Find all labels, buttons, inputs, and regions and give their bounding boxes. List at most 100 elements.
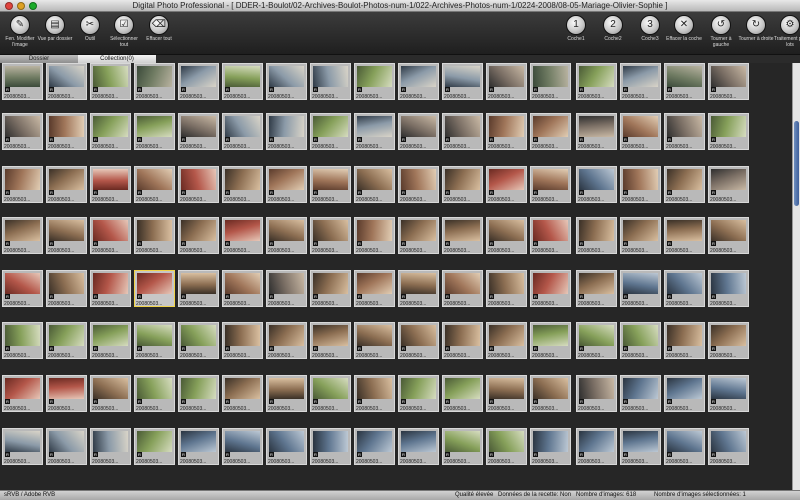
photo-thumbnail[interactable]: R 20080503... [266, 217, 307, 254]
photo-thumbnail[interactable]: R 20080503... [354, 113, 395, 150]
photo-thumbnail[interactable]: R 20080503... [354, 428, 395, 465]
photo-thumbnail[interactable]: R 20080503... [354, 270, 395, 307]
check2-button[interactable]: 2 Coche2 [595, 15, 631, 53]
photo-thumbnail[interactable]: R 20080503... [576, 270, 617, 307]
photo-thumbnail[interactable]: R 20080503... [222, 322, 263, 359]
photo-thumbnail[interactable]: R 20080503... [486, 217, 527, 254]
photo-thumbnail[interactable]: R 20080503... [530, 113, 571, 150]
zoom-window-button[interactable] [29, 1, 37, 10]
tab-dossier[interactable]: Dossier [0, 55, 78, 63]
photo-thumbnail[interactable]: R 20080503... [178, 113, 219, 150]
photo-thumbnail[interactable]: R 20080503... [664, 322, 705, 359]
photo-thumbnail[interactable]: R 20080503... [486, 113, 527, 150]
batch-process-button[interactable]: ⚙Traitement par lots [772, 15, 800, 53]
photo-thumbnail[interactable]: R 20080503... [620, 217, 661, 254]
photo-thumbnail[interactable]: R 20080503... [178, 217, 219, 254]
close-window-button[interactable] [5, 1, 13, 10]
photo-thumbnail[interactable]: R 20080503... [310, 322, 351, 359]
photo-thumbnail[interactable]: R 20080503... [310, 166, 351, 203]
photo-thumbnail[interactable]: R 20080503... [266, 113, 307, 150]
photo-thumbnail[interactable]: R 20080503... [530, 322, 571, 359]
photo-thumbnail[interactable]: R 20080503... [90, 322, 131, 359]
photo-thumbnail[interactable]: R 20080503... [530, 270, 571, 307]
photo-thumbnail[interactable]: R 20080503... [354, 322, 395, 359]
photo-thumbnail[interactable]: R 20080503... [178, 63, 219, 100]
photo-thumbnail[interactable]: R 20080503... [90, 63, 131, 100]
photo-thumbnail[interactable]: R 20080503... [2, 428, 43, 465]
folder-view-button[interactable]: ▤ Vue par dossier [37, 15, 73, 53]
photo-thumbnail[interactable]: R 20080503... [310, 428, 351, 465]
photo-thumbnail[interactable]: R 20080503... [2, 270, 43, 307]
photo-thumbnail[interactable]: R 20080503... [310, 63, 351, 100]
photo-thumbnail[interactable]: R 20080503... [266, 270, 307, 307]
photo-thumbnail[interactable]: R 20080503... [664, 63, 705, 100]
photo-thumbnail[interactable]: R 20080503... [620, 322, 661, 359]
photo-thumbnail[interactable]: R 20080503... [2, 166, 43, 203]
clear-all-button[interactable]: ⌫ Effacer tout [141, 15, 177, 53]
photo-thumbnail[interactable]: R 20080503... [576, 375, 617, 412]
photo-thumbnail[interactable]: R 20080503... [530, 428, 571, 465]
photo-thumbnail[interactable]: R 20080503... [2, 375, 43, 412]
photo-thumbnail[interactable]: R 20080503... [708, 428, 749, 465]
photo-thumbnail[interactable]: R 20080503... [310, 217, 351, 254]
photo-thumbnail[interactable]: R 20080503... [222, 113, 263, 150]
photo-thumbnail[interactable]: R 20080503... [134, 63, 175, 100]
photo-thumbnail[interactable]: R 20080503... [310, 113, 351, 150]
photo-thumbnail[interactable]: R 20080503... [134, 270, 175, 307]
photo-thumbnail[interactable]: R 20080503... [708, 113, 749, 150]
photo-thumbnail[interactable]: R 20080503... [486, 428, 527, 465]
photo-thumbnail[interactable]: R 20080503... [708, 217, 749, 254]
photo-thumbnail[interactable]: R 20080503... [222, 63, 263, 100]
photo-thumbnail[interactable]: R 20080503... [2, 113, 43, 150]
rotate-right-button[interactable]: ↻ Tourner à droite [738, 15, 774, 53]
photo-thumbnail[interactable]: R 20080503... [620, 270, 661, 307]
photo-thumbnail[interactable]: R 20080503... [354, 166, 395, 203]
photo-thumbnail[interactable]: R 20080503... [486, 322, 527, 359]
photo-thumbnail[interactable]: R 20080503... [442, 63, 483, 100]
photo-thumbnail[interactable]: R 20080503... [46, 63, 87, 100]
photo-thumbnail[interactable]: R 20080503... [134, 113, 175, 150]
check3-button[interactable]: 3 Coche3 [632, 15, 668, 53]
photo-thumbnail[interactable]: R 20080503... [354, 375, 395, 412]
photo-thumbnail[interactable]: R 20080503... [708, 375, 749, 412]
photo-thumbnail[interactable]: R 20080503... [134, 375, 175, 412]
photo-thumbnail[interactable]: R 20080503... [90, 375, 131, 412]
photo-thumbnail[interactable]: R 20080503... [134, 217, 175, 254]
photo-thumbnail[interactable]: R 20080503... [222, 166, 263, 203]
photo-thumbnail[interactable]: R 20080503... [442, 322, 483, 359]
minimize-window-button[interactable] [17, 1, 25, 10]
photo-thumbnail[interactable]: R 20080503... [664, 375, 705, 412]
photo-thumbnail[interactable]: R 20080503... [620, 63, 661, 100]
photo-thumbnail[interactable]: R 20080503... [178, 166, 219, 203]
photo-thumbnail[interactable]: R 20080503... [398, 113, 439, 150]
photo-thumbnail[interactable]: R 20080503... [90, 217, 131, 254]
photo-thumbnail[interactable]: R 20080503... [398, 63, 439, 100]
photo-thumbnail[interactable]: R 20080503... [664, 166, 705, 203]
photo-thumbnail[interactable]: R 20080503... [90, 270, 131, 307]
photo-thumbnail[interactable]: R 20080503... [46, 113, 87, 150]
photo-thumbnail[interactable]: R 20080503... [486, 375, 527, 412]
photo-thumbnail[interactable]: R 20080503... [266, 322, 307, 359]
photo-thumbnail[interactable]: R 20080503... [486, 166, 527, 203]
photo-thumbnail[interactable]: R 20080503... [708, 63, 749, 100]
photo-thumbnail[interactable]: R 20080503... [178, 375, 219, 412]
photo-thumbnail[interactable]: R 20080503... [222, 375, 263, 412]
vertical-scrollbar[interactable] [792, 63, 800, 490]
photo-thumbnail[interactable]: R 20080503... [46, 428, 87, 465]
photo-thumbnail[interactable]: R 20080503... [222, 217, 263, 254]
photo-thumbnail[interactable]: R 20080503... [222, 428, 263, 465]
photo-thumbnail[interactable]: R 20080503... [2, 63, 43, 100]
edit-image-button[interactable]: ✎ Fen. Modifier l'image [2, 15, 38, 53]
photo-thumbnail[interactable]: R 20080503... [576, 217, 617, 254]
clear-check-button[interactable]: ✕ Effacer la coche [666, 15, 702, 53]
photo-thumbnail[interactable]: R 20080503... [442, 375, 483, 412]
photo-thumbnail[interactable]: R 20080503... [442, 113, 483, 150]
photo-thumbnail[interactable]: R 20080503... [708, 166, 749, 203]
photo-thumbnail[interactable]: R 20080503... [46, 217, 87, 254]
photo-thumbnail[interactable]: R 20080503... [266, 375, 307, 412]
photo-thumbnail[interactable]: R 20080503... [664, 113, 705, 150]
photo-thumbnail[interactable]: R 20080503... [134, 166, 175, 203]
photo-thumbnail[interactable]: R 20080503... [708, 322, 749, 359]
photo-thumbnail[interactable]: R 20080503... [664, 270, 705, 307]
photo-thumbnail[interactable]: R 20080503... [486, 63, 527, 100]
